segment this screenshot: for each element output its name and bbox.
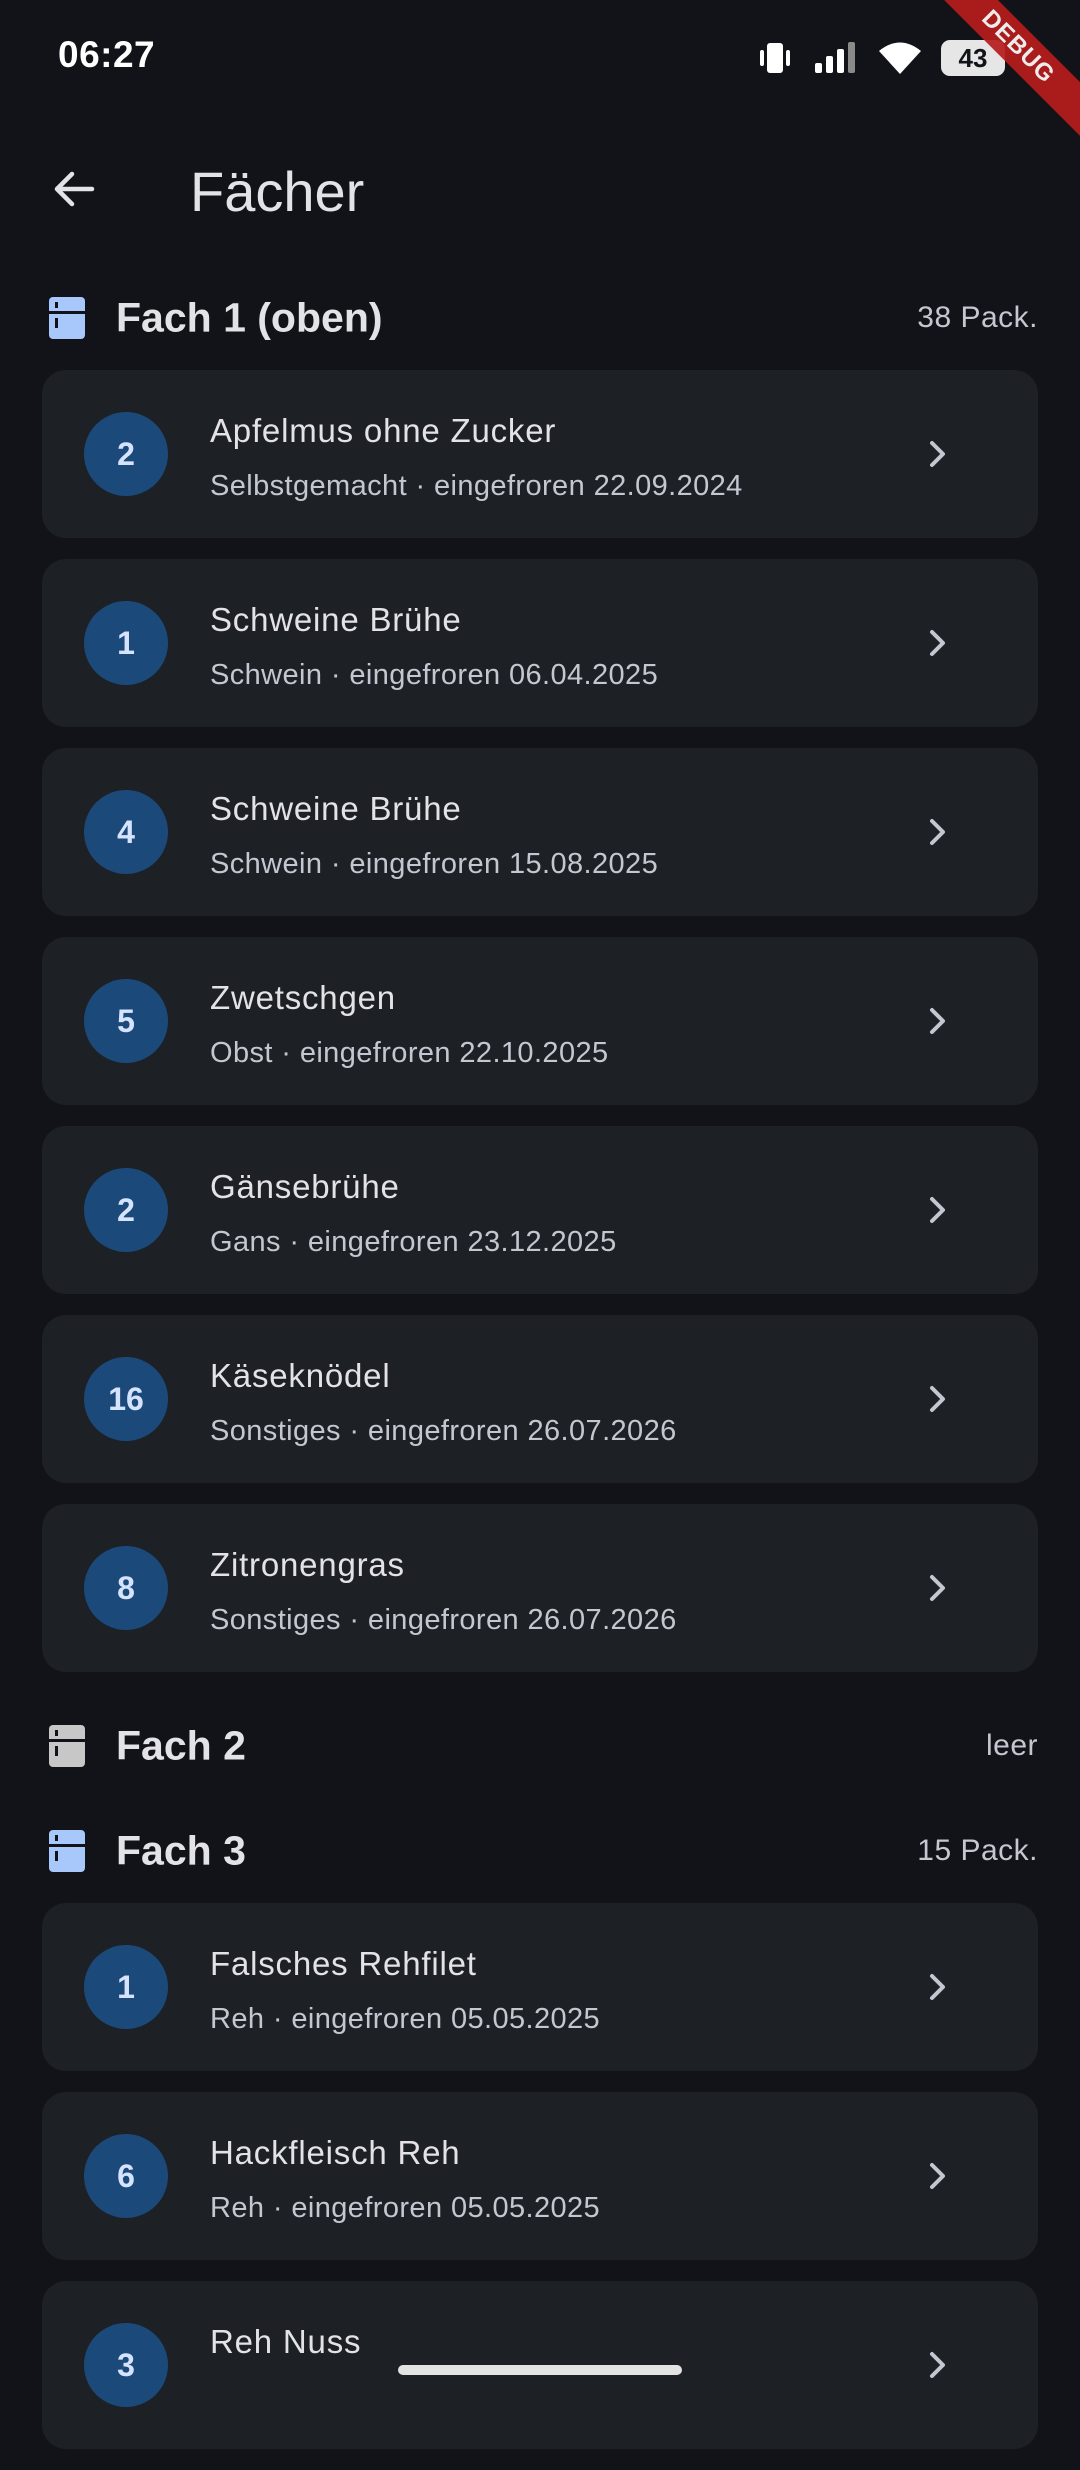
item-detail: Schwein · eingefroren 15.08.2025 [210,848,659,880]
quantity-badge: 1 [84,601,168,685]
chevron-right-icon [930,1008,945,1034]
chevron-right-icon [930,1197,945,1223]
chevron-right-icon [930,1974,945,2000]
chevron-right-icon [930,2352,945,2378]
section-title: Fach 1 (oben) [116,294,383,340]
item-name: Käseknödel [210,1357,391,1394]
quantity-badge: 2 [84,412,168,496]
section-title: Fach 2 [116,1722,246,1768]
battery-level: 43 [958,42,988,73]
item-name: Schweine Brühe [210,601,462,638]
item-detail: Reh · eingefroren 05.05.2025 [210,2192,601,2224]
arrow-back-icon [54,171,95,207]
back-button[interactable] [34,149,114,229]
item-detail: Selbstgemacht · eingefroren 22.09.2024 [210,470,743,502]
section-count: 38 Pack. [917,300,1038,334]
item-name: Schweine Brühe [210,790,462,827]
signal-icon [813,41,859,75]
item-card[interactable]: 1 Falsches Rehfilet Reh · eingefroren 05… [42,1903,1038,2071]
item-name: Reh Nuss [210,2323,362,2360]
item-detail: Gans · eingefroren 23.12.2025 [210,1226,617,1258]
quantity-badge: 5 [84,979,168,1063]
chevron-right-icon [930,630,945,656]
chevron-right-icon [930,819,945,845]
item-card[interactable]: 5 Zwetschgen Obst · eingefroren 22.10.20… [42,937,1038,1105]
item-card[interactable]: 16 Käseknödel Sonstiges · eingefroren 26… [42,1315,1038,1483]
quantity-badge: 6 [84,2134,168,2218]
status-bar: 06:27 43 [0,0,1080,115]
status-icons: 43 [755,36,1005,80]
wifi-icon [877,40,923,76]
app-bar: Fächer [0,115,1080,265]
quantity-badge: 4 [84,790,168,874]
fridge-icon [49,296,85,339]
item-name: Apfelmus ohne Zucker [210,412,557,449]
fridge-icon [49,1724,85,1767]
section-count: 15 Pack. [917,1833,1038,1867]
item-detail: Schwein · eingefroren 06.04.2025 [210,659,659,691]
item-card[interactable]: 4 Schweine Brühe Schwein · eingefroren 1… [42,748,1038,916]
item-name: Falsches Rehfilet [210,1945,477,1982]
compartment-list: Fach 1 (oben) 38 Pack. 2 Apfelmus ohne Z… [0,265,1080,2470]
fridge-icon [49,1829,85,1872]
section-title: Fach 3 [116,1827,246,1873]
chevron-right-icon [930,1386,945,1412]
item-detail: Sonstiges · eingefroren 26.07.2026 [210,1415,677,1447]
quantity-badge: 2 [84,1168,168,1252]
item-name: Zwetschgen [210,979,396,1016]
quantity-badge: 3 [84,2323,168,2407]
section-header: Fach 3 15 Pack. [0,1798,1080,1903]
item-name: Gänsebrühe [210,1168,400,1205]
chevron-right-icon [930,441,945,467]
item-detail: Obst · eingefroren 22.10.2025 [210,1037,609,1069]
item-card[interactable]: 8 Zitronengras Sonstiges · eingefroren 2… [42,1504,1038,1672]
item-card[interactable]: 6 Hackfleisch Reh Reh · eingefroren 05.0… [42,2092,1038,2260]
quantity-badge: 8 [84,1546,168,1630]
home-indicator[interactable] [398,2365,682,2375]
chevron-right-icon [930,1575,945,1601]
item-card[interactable]: 2 Gänsebrühe Gans · eingefroren 23.12.20… [42,1126,1038,1294]
item-card[interactable]: 2 Apfelmus ohne Zucker Selbstgemacht · e… [42,370,1038,538]
item-name: Hackfleisch Reh [210,2134,461,2171]
page-title: Fächer [190,160,365,223]
chevron-right-icon [930,2163,945,2189]
battery-icon: 43 [941,40,1005,76]
section-header: Fach 2 leer [0,1693,1080,1798]
item-name: Zitronengras [210,1546,405,1583]
section-header: Fach 1 (oben) 38 Pack. [0,265,1080,370]
item-card[interactable]: 1 Schweine Brühe Schwein · eingefroren 0… [42,559,1038,727]
status-time: 06:27 [58,34,156,75]
vibrate-icon [755,41,795,75]
item-detail: Reh · eingefroren 05.05.2025 [210,2003,601,2035]
quantity-badge: 16 [84,1357,168,1441]
quantity-badge: 1 [84,1945,168,2029]
item-detail: Sonstiges · eingefroren 26.07.2026 [210,1604,677,1636]
section-count: leer [985,1728,1038,1762]
